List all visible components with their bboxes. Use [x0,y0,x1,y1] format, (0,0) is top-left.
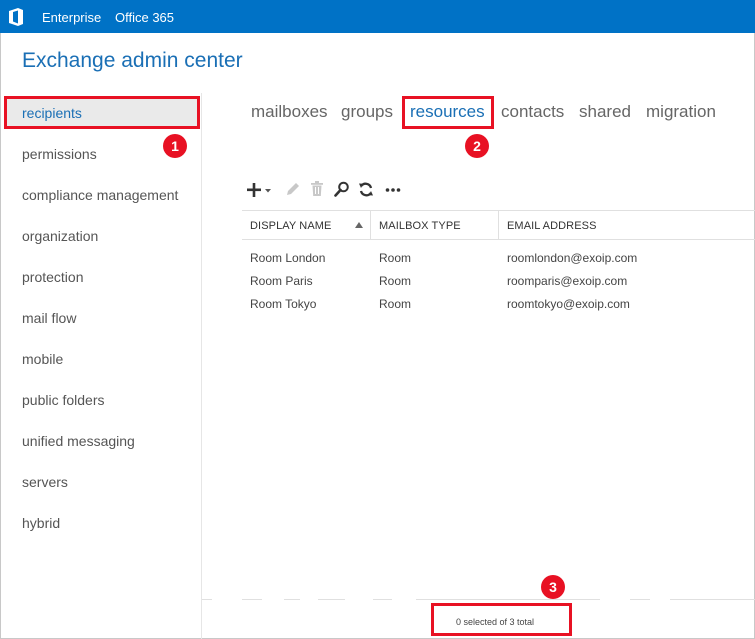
search-icon[interactable] [334,181,350,198]
annotation-badge-2: 2 [465,134,489,158]
cell-display-name: Room Paris [250,274,313,288]
table-row[interactable]: Room London Room roomlondon@exoip.com [242,251,755,273]
column-header-display-name[interactable]: DISPLAY NAME [250,220,332,232]
table-row[interactable]: Room Tokyo Room roomtokyo@exoip.com [242,297,755,319]
office-logo-icon[interactable] [8,8,25,26]
tab-mailboxes[interactable]: mailboxes [251,102,328,122]
divider-gap [392,598,416,601]
cell-display-name: Room London [250,251,326,265]
divider-gap [300,598,318,601]
edit-icon[interactable] [284,180,301,198]
sidebar-item-unified-messaging[interactable]: unified messaging [22,433,135,449]
sidebar-item-hybrid[interactable]: hybrid [22,515,60,531]
more-icon[interactable] [385,187,401,193]
table-header: DISPLAY NAME MAILBOX TYPE EMAIL ADDRESS [242,210,755,240]
brand-office365-link[interactable]: Office 365 [115,10,174,25]
cell-mailbox-type: Room [379,297,412,311]
refresh-icon[interactable] [358,181,374,198]
sidebar-item-protection[interactable]: protection [22,269,83,285]
cell-email-address: roomlondon@exoip.com [507,251,638,265]
column-divider[interactable] [498,211,499,240]
sidebar-item-servers[interactable]: servers [22,474,68,490]
delete-icon[interactable] [309,180,325,198]
sidebar-item-public-folders[interactable]: public folders [22,392,105,408]
divider-gap [650,598,670,601]
column-divider[interactable] [370,211,371,240]
top-bar: Enterprise Office 365 [0,0,755,33]
cell-display-name: Room Tokyo [250,297,317,311]
annotation-badge-3: 3 [541,575,565,599]
sidebar-item-permissions[interactable]: permissions [22,146,97,162]
sidebar-item-mobile[interactable]: mobile [22,351,63,367]
table-row[interactable]: Room Paris Room roomparis@exoip.com [242,274,755,296]
sidebar-item-organization[interactable]: organization [22,228,98,244]
annotation-badge-1: 1 [163,134,187,158]
annotation-box-resources [402,96,494,129]
tab-groups[interactable]: groups [341,102,393,122]
tab-contacts[interactable]: contacts [501,102,564,122]
page-title: Exchange admin center [22,49,243,72]
annotation-box-status [431,603,572,636]
sidebar-item-mail-flow[interactable]: mail flow [22,310,76,326]
brand-enterprise-link[interactable]: Enterprise [42,10,101,25]
cell-email-address: roomtokyo@exoip.com [507,297,630,311]
status-divider [202,599,755,600]
column-header-mailbox-type[interactable]: MAILBOX TYPE [379,220,461,232]
divider-gap [600,598,630,601]
tab-shared[interactable]: shared [579,102,631,122]
sidebar-item-compliance-management[interactable]: compliance management [22,187,178,203]
cell-email-address: roomparis@exoip.com [507,274,628,288]
tab-migration[interactable]: migration [646,102,716,122]
divider-gap [345,598,373,601]
divider-gap [262,598,284,601]
column-header-email-address[interactable]: EMAIL ADDRESS [507,220,597,232]
sort-ascending-icon [355,222,363,228]
cell-mailbox-type: Room [379,251,412,265]
cell-mailbox-type: Room [379,274,412,288]
annotation-box-recipients [4,96,200,129]
add-icon[interactable] [246,181,274,199]
divider-gap [212,598,242,601]
